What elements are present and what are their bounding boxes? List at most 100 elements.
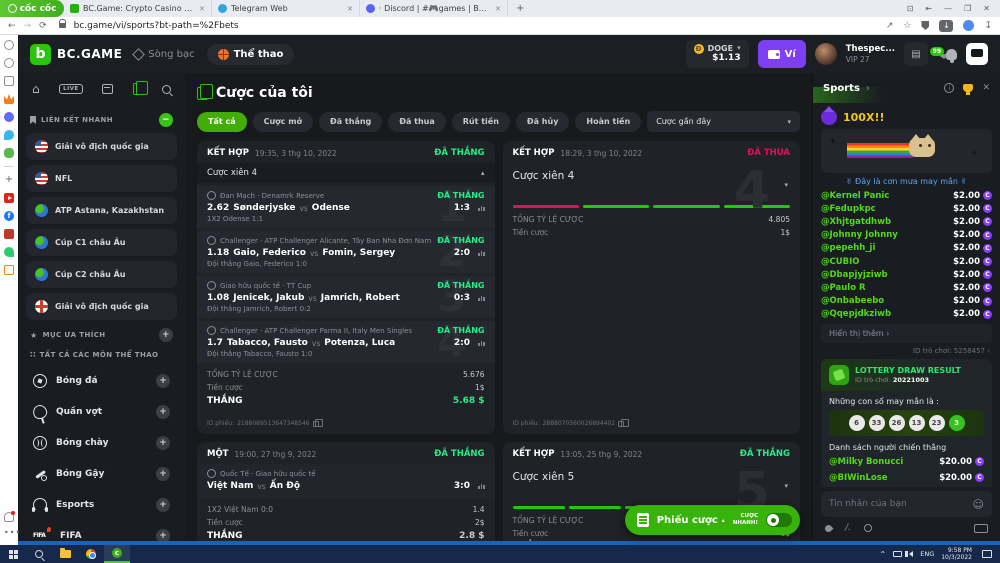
start-button[interactable] [0, 545, 26, 563]
lottery-winner-row[interactable]: @BIWinLose $20.00 C [821, 470, 992, 486]
chat-tab-sports[interactable]: Sports [823, 83, 860, 94]
expand-caret-icon[interactable]: ▾ [784, 482, 788, 490]
quick-link-item[interactable]: ATP Astana, Kazakhstan [26, 197, 177, 224]
bet-leg[interactable]: 2 Challenger · ATP Challenger Alicante, … [197, 231, 495, 273]
expand-sport-button[interactable]: + [156, 498, 170, 512]
rain-winner-row[interactable]: @Dbapjyjziwb $2.00 C [821, 268, 992, 281]
bet-card-single-won[interactable]: MỘT 19:00, 27 thg 9, 2022 ĐÃ THẮNG Quốc … [197, 442, 495, 541]
user-avatar[interactable] [815, 43, 837, 65]
expand-sport-button[interactable]: + [156, 405, 170, 419]
sort-dropdown[interactable]: Cược gần đây ▾ [647, 111, 800, 132]
sidebar-sport-item[interactable]: FIFA + [26, 520, 177, 541]
favorites-add-button[interactable]: + [159, 328, 173, 342]
window-restore-button[interactable]: ❐ [964, 4, 971, 13]
expand-sport-button[interactable]: + [156, 374, 170, 388]
expand-sport-button[interactable]: + [156, 436, 170, 450]
copy-icon[interactable] [313, 421, 319, 427]
browser-tab[interactable]: · Discord | #🎮games | BC G ✕ [360, 0, 508, 17]
emoji-icon[interactable]: ☺ [973, 498, 984, 511]
twitter-icon[interactable] [4, 130, 14, 140]
bet-title-row[interactable]: Cược xiên 4 ▴ [197, 163, 495, 183]
stats-icon[interactable] [478, 206, 485, 211]
username[interactable]: @Dbapjyjziwb [821, 270, 888, 280]
add-shortcut-icon[interactable]: + [4, 175, 14, 185]
more-dots-icon[interactable]: ••• [4, 530, 14, 540]
quick-link-item[interactable]: Cúp C1 châu Âu [26, 229, 177, 256]
username[interactable]: @Kernel Panic [821, 191, 889, 201]
rain-winner-row[interactable]: @Kernel Panic $2.00 C [821, 189, 992, 202]
quick-bet-toggle[interactable] [766, 513, 792, 527]
lottery-winner-row[interactable]: @Milky Bonucci $20.00 C [821, 454, 992, 470]
reload-button[interactable]: ⟳ [39, 21, 47, 31]
username[interactable]: @Xhjtgatdhwb [821, 217, 891, 227]
home-icon[interactable]: ⌂ [32, 84, 40, 94]
filter-pill[interactable]: Đã hủy [516, 112, 570, 132]
youtube-icon[interactable] [4, 193, 14, 203]
forward-button[interactable]: → [24, 21, 32, 31]
username[interactable]: @Paulo R [821, 283, 866, 293]
rain-winner-row[interactable]: @Paulo R $2.00 C [821, 281, 992, 294]
tab-search-icon[interactable]: ⊡ [907, 4, 914, 13]
download-box-icon[interactable]: ↓ [939, 20, 953, 32]
bet-leg[interactable]: 1 Đan Mạch · Denamrk Reserve ĐÃ THẮNG 2.… [197, 186, 495, 228]
taskbar-clock[interactable]: 9:58 PM 10/3/2022 [941, 547, 972, 562]
bet-card-combo-lost[interactable]: KẾT HỢP 18:29, 3 thg 10, 2022 ĐÃ THUA Cư… [503, 141, 801, 434]
stats-icon[interactable] [478, 341, 485, 346]
filter-pill[interactable]: Đã thắng [319, 112, 382, 132]
user-info[interactable]: Thespec... VIP 27 [846, 44, 895, 63]
filter-pill[interactable]: Đã thua [388, 112, 446, 132]
expand-caret-icon[interactable]: ▾ [784, 181, 788, 189]
rain-winner-row[interactable]: @Johnny Johnny $2.00 C [821, 229, 992, 242]
chat-bubble-icon[interactable] [966, 43, 988, 65]
rain-winner-row[interactable]: @Xhjtgatdhwb $2.00 C [821, 215, 992, 228]
nav-casino[interactable]: Sòng bạc [134, 49, 194, 60]
rain-winner-row[interactable]: @Qqepjdkziwb $2.00 C [821, 308, 992, 321]
nav-sports[interactable]: Thể thao [207, 44, 295, 65]
info-icon[interactable]: i [944, 83, 954, 93]
balance-selector[interactable]: Ð DOGE ▾ $1.13 [686, 40, 749, 68]
expand-sport-button[interactable]: + [156, 467, 170, 481]
bcgame-logo[interactable]: b BC.GAME [30, 44, 122, 65]
chrome-icon[interactable] [78, 545, 104, 563]
rain-winner-row[interactable]: @pepehh_ji $2.00 C [821, 242, 992, 255]
filter-pill[interactable]: Tất cả [197, 112, 247, 132]
menu-button[interactable]: ▤ [904, 42, 928, 66]
tray-expand-icon[interactable]: ⌃ [880, 550, 887, 559]
ssl-lock-icon[interactable] [59, 23, 66, 28]
crown-icon[interactable] [4, 94, 14, 104]
news-icon[interactable] [4, 76, 14, 86]
collapse-button[interactable]: − [159, 113, 173, 127]
messenger-icon[interactable] [4, 112, 14, 122]
browser-tab[interactable]: BC.Game: Crypto Casino Gan ✕ [64, 0, 212, 17]
gamepad-icon[interactable] [4, 148, 14, 158]
window-close-button[interactable]: ✕ [983, 4, 990, 13]
bet-leg[interactable]: 4 Challenger · ATP Challenger Parma II, … [197, 321, 495, 363]
close-icon[interactable]: ✕ [982, 83, 990, 93]
tab-close-icon[interactable]: ✕ [199, 5, 205, 13]
bet-slip-button[interactable]: Phiếu cược ▴ CƯỢC NHANH! [625, 505, 800, 535]
pin-sidebar-icon[interactable]: ⇤ [925, 4, 932, 13]
stats-icon[interactable] [478, 296, 485, 301]
username[interactable]: @Onbabeebo [821, 296, 884, 306]
filter-pill[interactable]: Cược mở [253, 112, 313, 132]
browser-profile-avatar[interactable] [963, 20, 974, 31]
bet-card-combo-won[interactable]: KẾT HỢP 19:35, 3 thg 10, 2022 ĐÃ THẮNG C… [197, 141, 495, 434]
app-icon-red[interactable] [4, 229, 14, 239]
shopping-cart-icon[interactable] [4, 265, 14, 275]
game-id-link[interactable]: ID trò chơi: 5258457 › [821, 347, 990, 355]
tab-close-icon[interactable]: ✕ [347, 5, 353, 13]
rain-winner-row[interactable]: @Fedupkpc $2.00 C [821, 202, 992, 215]
quick-link-item[interactable]: Cúp C2 châu Âu [26, 261, 177, 288]
downloads-tray-icon[interactable]: ↧ [984, 21, 992, 31]
speaker-icon[interactable] [909, 551, 913, 557]
username[interactable]: @pepehh_ji [821, 243, 875, 253]
wallet-button[interactable]: Ví [758, 40, 806, 68]
app-icon-green[interactable] [4, 247, 14, 257]
username[interactable]: @BIWinLose [829, 473, 888, 483]
stats-icon[interactable] [478, 251, 485, 256]
quick-link-item[interactable]: Giải vô địch quốc gia [26, 293, 177, 320]
tip-coin-icon[interactable] [864, 524, 872, 532]
share-icon[interactable]: ↗ [886, 21, 894, 31]
chat-message-input[interactable] [829, 499, 973, 509]
window-minimize-button[interactable]: — [944, 4, 952, 13]
